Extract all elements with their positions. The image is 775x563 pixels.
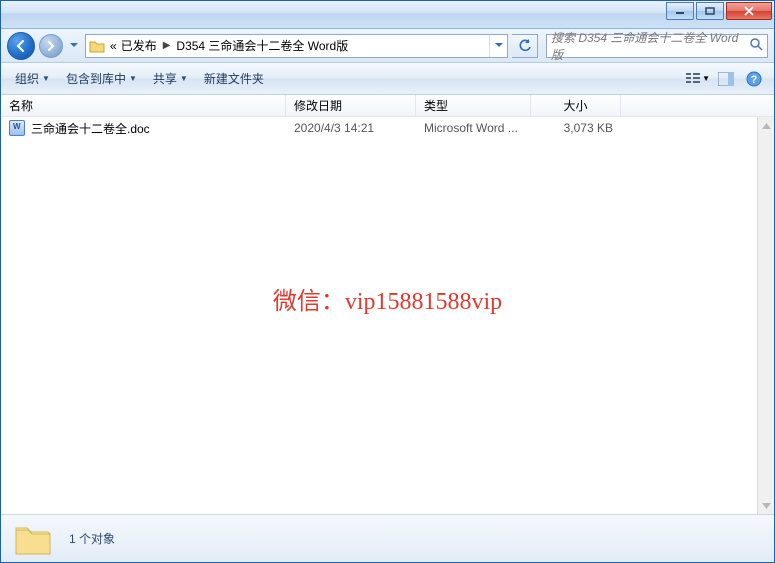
column-type[interactable]: 类型 (416, 95, 531, 116)
minimize-button[interactable] (666, 2, 694, 20)
file-type: Microsoft Word ... (416, 121, 531, 135)
include-menu[interactable]: 包含到库中 ▼ (60, 68, 143, 89)
status-count: 1 个对象 (69, 530, 115, 547)
close-button[interactable] (726, 2, 772, 20)
column-name[interactable]: 名称 (1, 95, 286, 116)
navigation-bar: « 已发布 ▶ D354 三命通会十二卷全 Word版 搜索 D354 三命通会… (1, 29, 774, 63)
chevron-down-icon: ▼ (42, 74, 50, 83)
address-dropdown[interactable] (489, 35, 507, 57)
table-row[interactable]: 三命通会十二卷全.doc 2020/4/3 14:21 Microsoft Wo… (1, 117, 774, 139)
breadcrumb: « 已发布 ▶ D354 三命通会十二卷全 Word版 (108, 37, 350, 54)
explorer-window: « 已发布 ▶ D354 三命通会十二卷全 Word版 搜索 D354 三命通会… (0, 0, 775, 563)
folder-icon (86, 39, 108, 53)
chevron-down-icon: ▼ (180, 74, 188, 83)
command-bar: 组织 ▼ 包含到库中 ▼ 共享 ▼ 新建文件夹 ▼ ? (1, 63, 774, 95)
scroll-up-icon[interactable] (758, 117, 774, 134)
refresh-button[interactable] (512, 34, 538, 58)
include-label: 包含到库中 (66, 70, 126, 87)
breadcrumb-item[interactable]: 已发布 (119, 37, 159, 54)
new-folder-label: 新建文件夹 (204, 70, 264, 87)
share-label: 共享 (153, 70, 177, 87)
svg-text:?: ? (751, 74, 758, 86)
file-list: 三命通会十二卷全.doc 2020/4/3 14:21 Microsoft Wo… (1, 117, 774, 514)
chevron-down-icon: ▼ (129, 74, 137, 83)
forward-button[interactable] (39, 34, 63, 58)
preview-pane-button[interactable] (714, 67, 738, 91)
status-bar: 1 个对象 (1, 514, 774, 562)
organize-menu[interactable]: 组织 ▼ (9, 68, 56, 89)
back-button[interactable] (7, 32, 35, 60)
column-headers: 名称 修改日期 类型 大小 (1, 95, 774, 117)
titlebar (1, 1, 774, 29)
folder-icon (13, 522, 53, 556)
scroll-down-icon[interactable] (758, 497, 774, 514)
view-options-button[interactable]: ▼ (686, 67, 710, 91)
breadcrumb-item[interactable]: D354 三命通会十二卷全 Word版 (174, 37, 350, 54)
chevron-down-icon: ▼ (702, 74, 710, 83)
column-size[interactable]: 大小 (531, 95, 621, 116)
window-controls (666, 2, 772, 20)
new-folder-button[interactable]: 新建文件夹 (198, 68, 270, 89)
column-date[interactable]: 修改日期 (286, 95, 416, 116)
file-date: 2020/4/3 14:21 (286, 121, 416, 135)
share-menu[interactable]: 共享 ▼ (147, 68, 194, 89)
watermark-text: 微信：vip15881588vip (1, 281, 774, 316)
search-input[interactable]: 搜索 D354 三命通会十二卷全 Word版 (546, 34, 768, 58)
word-doc-icon (9, 120, 25, 136)
address-bar[interactable]: « 已发布 ▶ D354 三命通会十二卷全 Word版 (85, 34, 508, 58)
chevron-right-icon: ▶ (159, 40, 175, 51)
vertical-scrollbar[interactable] (757, 117, 774, 514)
file-name: 三命通会十二卷全.doc (31, 120, 150, 137)
search-icon (749, 37, 763, 54)
search-placeholder: 搜索 D354 三命通会十二卷全 Word版 (551, 29, 749, 63)
history-dropdown[interactable] (67, 36, 81, 56)
organize-label: 组织 (15, 70, 39, 87)
file-size: 3,073 KB (531, 121, 621, 135)
maximize-button[interactable] (696, 2, 724, 20)
help-button[interactable]: ? (742, 67, 766, 91)
breadcrumb-prefix: « (108, 39, 119, 53)
